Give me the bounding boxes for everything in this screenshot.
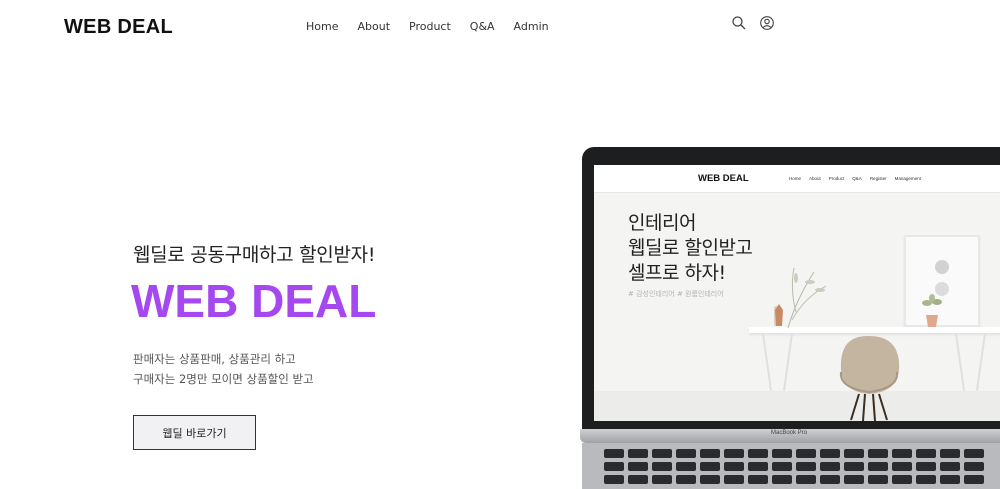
- nav-item-qna[interactable]: Q&A: [470, 20, 495, 33]
- screen-logo: WEB DEAL: [698, 173, 749, 184]
- screen-nav-item: About: [809, 176, 821, 181]
- keyboard-row: [604, 449, 984, 458]
- nav-item-about[interactable]: About: [357, 20, 390, 33]
- user-icon[interactable]: [759, 15, 775, 31]
- laptop-base: MacBook Pro: [580, 429, 1000, 443]
- screen-headline-line: 인테리어: [628, 212, 696, 234]
- keyboard-row: [604, 475, 984, 484]
- keyboard-row: [604, 462, 984, 471]
- hero-description-line: 판매자는 상품판매, 상품관리 하고: [133, 352, 296, 366]
- nav-item-product[interactable]: Product: [409, 20, 451, 33]
- nav-item-home[interactable]: Home: [306, 20, 338, 33]
- laptop-mockup: WEB DEAL Home About Product Q&A Register…: [580, 147, 1000, 489]
- desk-leg: [761, 333, 773, 391]
- screen-nav-item: Register: [869, 176, 887, 181]
- screen-site-header: WEB DEAL Home About Product Q&A Register…: [594, 165, 1000, 193]
- small-plant-image: [922, 294, 942, 327]
- hero-title: WEB DEAL: [131, 275, 377, 327]
- screen-headline-line: 웹딜로 할인받고: [628, 237, 753, 259]
- screen-headline-line: 셀프로 하자!: [628, 262, 726, 284]
- screen-headline: 인테리어 웹딜로 할인받고 셀프로 하자!: [628, 211, 753, 286]
- chair-image: [839, 335, 900, 421]
- screen-nav-item: Management: [894, 176, 921, 181]
- screen-nav-item: Q&A: [852, 176, 862, 181]
- screen-nav-item: Product: [828, 176, 845, 181]
- hero-tagline: 웹딜로 공동구매하고 할인받자!: [133, 244, 376, 266]
- hero-description: 판매자는 상품판매, 상품관리 하고 구매자는 2명만 모이면 상품할인 받고: [133, 349, 314, 389]
- webdeal-cta-button[interactable]: 웹딜 바로가기: [133, 415, 256, 450]
- search-icon[interactable]: [731, 15, 747, 31]
- laptop-keyboard: [582, 443, 1000, 489]
- hero-description-line: 구매자는 2명만 모이면 상품할인 받고: [133, 372, 314, 386]
- laptop-screen: WEB DEAL Home About Product Q&A Register…: [594, 165, 1000, 421]
- desk-leg: [975, 333, 987, 391]
- desk-leg: [782, 333, 794, 391]
- laptop-brand-label: MacBook Pro: [770, 430, 807, 436]
- site-logo[interactable]: WEB DEAL: [64, 16, 173, 39]
- screen-nav-item: Home: [789, 176, 802, 181]
- screen-nav: Home About Product Q&A Register Manageme…: [789, 176, 921, 181]
- nav-item-admin[interactable]: Admin: [514, 20, 549, 33]
- main-nav: Home About Product Q&A Admin: [306, 20, 549, 33]
- desk-leg: [954, 333, 966, 391]
- screen-hashtags: # 감성인테리어 # 원룸인테리어: [628, 290, 724, 298]
- screen-floor: [594, 391, 1000, 421]
